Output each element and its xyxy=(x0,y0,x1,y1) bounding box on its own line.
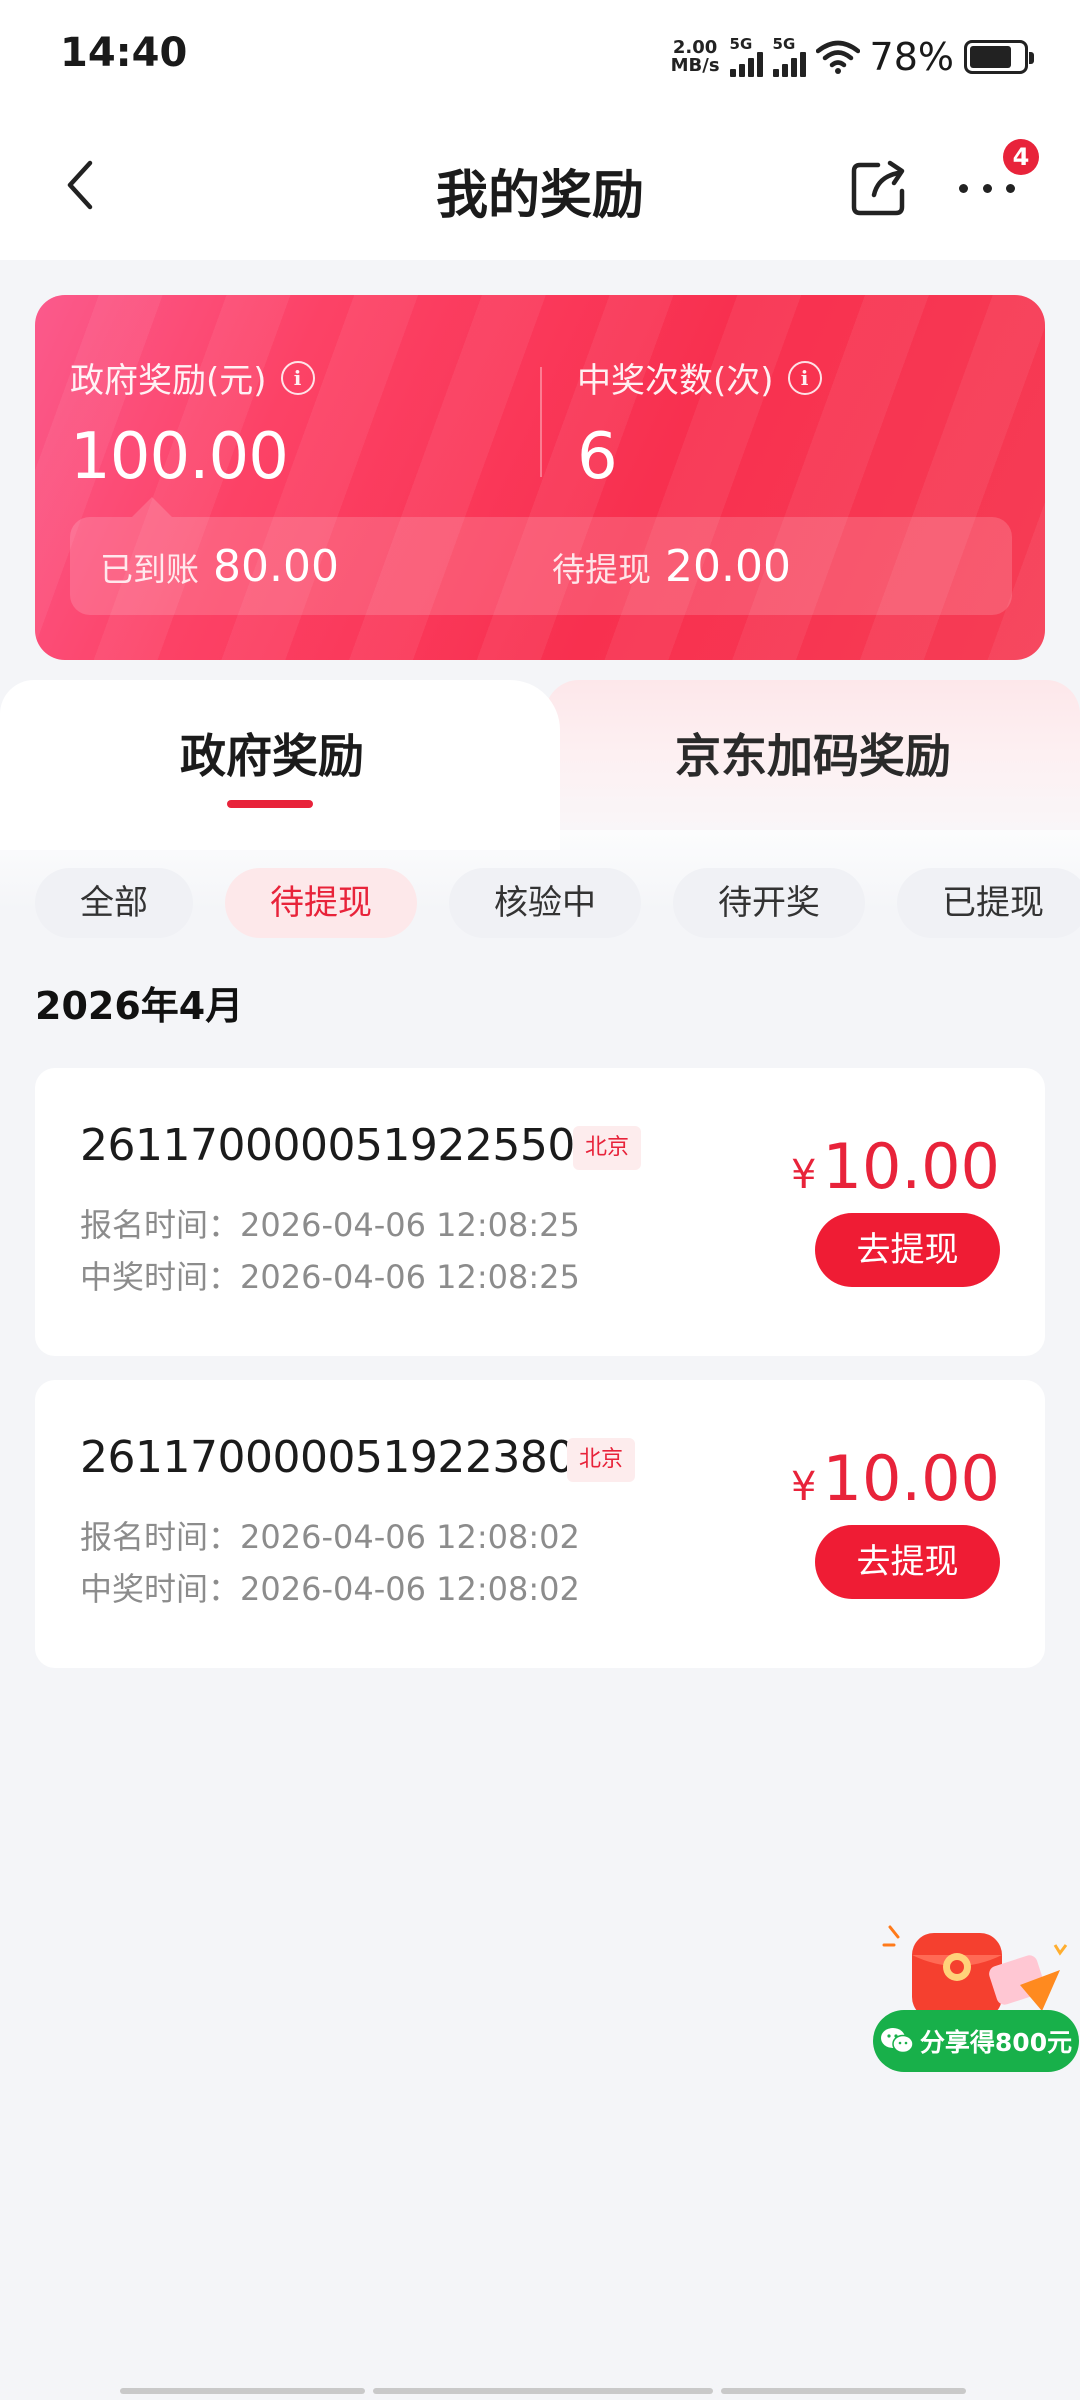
record-id: 2611700000519223801 xyxy=(80,1432,603,1483)
region-tag: 北京 xyxy=(567,1438,636,1482)
win-count-summary: 中奖次数(次) i 6 xyxy=(577,353,822,494)
share-icon xyxy=(851,160,905,216)
filter-pending-draw[interactable]: 待开奖 xyxy=(673,868,865,938)
month-header: 2026年4月 xyxy=(35,984,244,1028)
tab-label: 京东加码奖励 xyxy=(675,729,951,783)
share-promo-label: 分享得800元 xyxy=(919,2028,1073,2057)
balance-breakdown: 已到账 80.00 待提现 20.00 xyxy=(70,497,1012,615)
info-icon[interactable]: i xyxy=(787,360,822,395)
filter-pending-withdraw[interactable]: 待提现 xyxy=(225,868,417,938)
dot-icon xyxy=(1006,183,1015,193)
signal-icon: 5G xyxy=(729,37,763,77)
status-time: 14:40 xyxy=(60,30,188,76)
network-speed: 2.00 MB/s xyxy=(670,37,720,76)
received-label: 已到账 xyxy=(100,550,199,589)
dot-icon xyxy=(982,183,992,193)
withdraw-button[interactable]: 去提现 xyxy=(815,1525,1000,1599)
reward-summary-card: 政府奖励(元) i 100.00 中奖次数(次) i 6 已到账 80.00 待… xyxy=(35,295,1045,660)
win-count-label: 中奖次数(次) xyxy=(577,361,774,401)
share-promo-widget[interactable]: 分享得800元 xyxy=(870,1915,1080,2075)
signup-time-line: 报名时间：2026-04-06 12:08:25 xyxy=(80,1206,580,1244)
tab-jd-bonus-reward[interactable]: 京东加码奖励 xyxy=(545,680,1080,830)
tab-label: 政府奖励 xyxy=(180,729,364,783)
gov-reward-label: 政府奖励(元) xyxy=(70,361,267,401)
signal-icon: 5G xyxy=(772,37,806,77)
gov-reward-value: 100.00 xyxy=(70,420,289,494)
wechat-icon xyxy=(880,2028,914,2054)
filter-withdrawn[interactable]: 已提现 xyxy=(897,868,1080,938)
reward-record-card: 2611700000519225506 北京 报名时间：2026-04-06 1… xyxy=(35,1068,1045,1356)
withdraw-button[interactable]: 去提现 xyxy=(815,1213,1000,1287)
reward-record-card: 2611700000519223801 北京 报名时间：2026-04-06 1… xyxy=(35,1380,1045,1668)
tab-active-indicator xyxy=(227,800,313,808)
received-value: 80.00 xyxy=(213,541,339,592)
pending-label: 待提现 xyxy=(552,550,651,589)
share-promo-button[interactable]: 分享得800元 xyxy=(873,2010,1079,2072)
record-id: 2611700000519225506 xyxy=(80,1120,603,1171)
info-icon[interactable]: i xyxy=(280,360,315,395)
wifi-icon xyxy=(815,40,860,74)
reward-amount: ¥ 10.00 xyxy=(791,1130,1000,1203)
pending-value: 20.00 xyxy=(665,541,791,592)
nav-header: 我的奖励 4 xyxy=(0,115,1080,260)
region-tag: 北京 xyxy=(573,1126,642,1170)
win-count-value: 6 xyxy=(577,420,618,494)
gov-reward-summary: 政府奖励(元) i 100.00 xyxy=(70,353,315,494)
reward-tabs: 京东加码奖励 政府奖励 xyxy=(0,680,1080,850)
battery-percent: 78% xyxy=(869,35,954,79)
win-time-line: 中奖时间：2026-04-06 12:08:02 xyxy=(80,1570,580,1608)
battery-level xyxy=(970,46,1011,68)
status-bar: 14:40 2.00 MB/s 5G 5G 78% xyxy=(0,0,1080,115)
filter-verifying[interactable]: 核验中 xyxy=(449,868,641,938)
divider xyxy=(540,367,542,477)
battery-icon xyxy=(964,40,1034,74)
page-title: 我的奖励 xyxy=(435,166,644,226)
tab-gov-reward[interactable]: 政府奖励 xyxy=(0,680,560,850)
signup-time-line: 报名时间：2026-04-06 12:08:02 xyxy=(80,1518,580,1556)
home-indicator xyxy=(120,2388,966,2394)
status-filter-chips: 全部 待提现 核验中 待开奖 已提现 xyxy=(35,868,1080,938)
status-icons: 2.00 MB/s 5G 5G 78% xyxy=(670,32,1034,82)
filter-all[interactable]: 全部 xyxy=(35,868,193,938)
win-time-line: 中奖时间：2026-04-06 12:08:25 xyxy=(80,1258,580,1296)
share-button[interactable] xyxy=(848,155,912,219)
reward-amount: ¥ 10.00 xyxy=(791,1442,1000,1515)
notification-badge: 4 xyxy=(1003,139,1039,175)
red-envelope-icon xyxy=(882,1925,1068,2019)
dot-icon xyxy=(959,183,968,193)
